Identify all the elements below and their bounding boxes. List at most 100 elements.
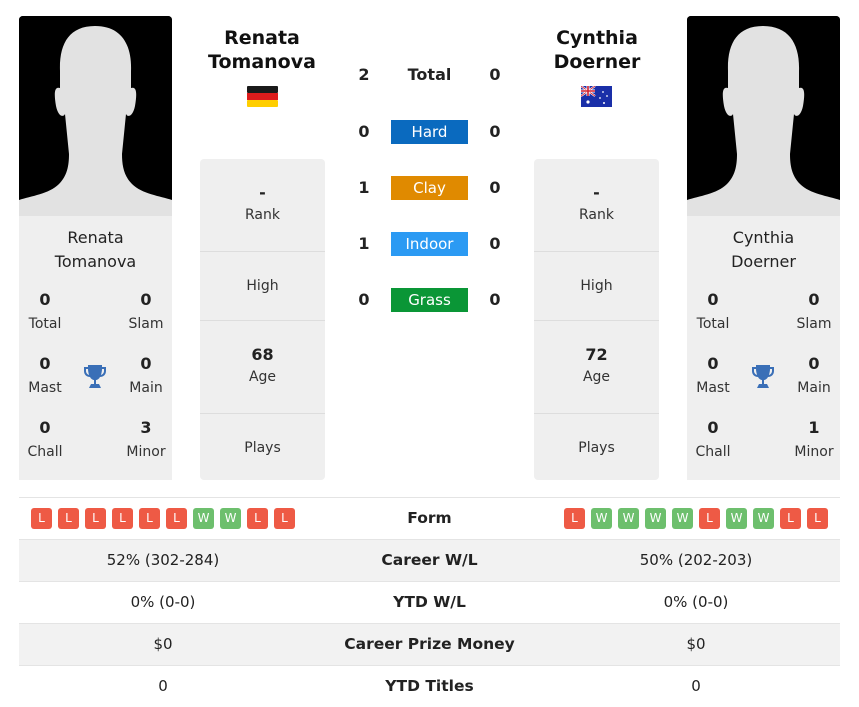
player1-titles-main: 0 Main [129, 354, 163, 396]
form-win-badge[interactable]: W [591, 508, 612, 529]
h2h-indoor-left: 1 [358, 234, 370, 253]
form-win-badge[interactable]: W [645, 508, 666, 529]
player2-card: Cynthia Doerner 0 Total 0 Slam 0 Mast 0 Main… [687, 216, 840, 480]
h2h-total-row: 2 Total 0 [340, 63, 520, 87]
player2-photo [687, 16, 840, 216]
career-wl-label: Career W/L [381, 551, 478, 569]
surface-hard-badge: Hard [391, 120, 468, 144]
form-loss-badge[interactable]: L [31, 508, 52, 529]
career-wl-row: 52% (302-284) Career W/L 50% (202-203) [19, 539, 840, 581]
player2-card-name: Cynthia Doerner [687, 226, 840, 274]
australia-flag-icon [580, 85, 612, 107]
surface-clay-badge: Clay [391, 176, 468, 200]
player1-plays: Plays [244, 440, 281, 456]
h2h-total-right: 0 [489, 65, 501, 84]
form-win-badge[interactable]: W [220, 508, 241, 529]
germany-flag-icon [247, 86, 278, 107]
player2-plays: Plays [578, 440, 615, 456]
player2-info-box: - Rank High 72 Age Plays [534, 159, 659, 480]
form-win-badge[interactable]: W [726, 508, 747, 529]
form-row: LLLLLLWWLL Form LWWWWLWWLL [19, 497, 840, 539]
player2-ytd-wl: 0% (0-0) [663, 593, 729, 611]
h2h-total-label: Total [407, 65, 452, 84]
player1-info-box: - Rank High 68 Age Plays [200, 159, 325, 480]
player1-prize-money: $0 [153, 635, 173, 653]
player2-titles-chall: 0 Chall [695, 418, 731, 460]
player2-titles-total: 0 Total [696, 290, 730, 332]
form-loss-badge[interactable]: L [247, 508, 268, 529]
player1-age: 68 Age [200, 321, 325, 414]
silhouette-icon [19, 16, 172, 216]
h2h-indoor-right: 0 [489, 234, 501, 253]
h2h-total-left: 2 [358, 65, 370, 84]
form-win-badge[interactable]: W [753, 508, 774, 529]
player2-titles-minor: 1 Minor [794, 418, 834, 460]
h2h-hard-row: 0 Hard 0 [340, 120, 520, 144]
player2-titles-main: 0 Main [797, 354, 831, 396]
form-loss-badge[interactable]: L [112, 508, 133, 529]
h2h-clay-left: 1 [358, 178, 370, 197]
player1-titles-total: 0 Total [28, 290, 62, 332]
form-loss-badge[interactable]: L [58, 508, 79, 529]
prize-money-label: Career Prize Money [344, 635, 515, 653]
h2h-clay-right: 0 [489, 178, 501, 197]
player1-high: High [200, 252, 325, 321]
form-loss-badge[interactable]: L [780, 508, 801, 529]
form-loss-badge[interactable]: L [564, 508, 585, 529]
surface-indoor-badge: Indoor [391, 232, 468, 256]
trophy-icon [83, 364, 107, 390]
form-loss-badge[interactable]: L [274, 508, 295, 529]
player2-titles-mast: 0 Mast [696, 354, 730, 396]
player2-name-link[interactable]: Cynthia Doerner [522, 26, 672, 74]
form-loss-badge[interactable]: L [166, 508, 187, 529]
player2-form: LWWWWLWWLL [552, 498, 840, 539]
player1-first-name: Renata [67, 228, 124, 247]
form-win-badge[interactable]: W [672, 508, 693, 529]
player1-card: Renata Tomanova 0 Total 0 Slam 0 Mast 0 Main… [19, 216, 172, 480]
h2h-indoor-row: 1 Indoor 0 [340, 232, 520, 256]
player1-name-link[interactable]: Renata Tomanova [187, 26, 337, 74]
player1-titles-slam: 0 Slam [128, 290, 164, 332]
player1-career-wl: 52% (302-284) [106, 551, 220, 569]
h2h-hard-left: 0 [358, 122, 370, 141]
player1-titles-minor: 3 Minor [126, 418, 166, 460]
player2-titles-slam: 0 Slam [796, 290, 832, 332]
surface-grass-badge: Grass [391, 288, 468, 312]
player1-titles-mast: 0 Mast [28, 354, 62, 396]
form-loss-badge[interactable]: L [699, 508, 720, 529]
player2-age: 72 Age [534, 321, 659, 414]
comparison-table: LLLLLLWWLL Form LWWWWLWWLL 52% (302-284)… [19, 497, 840, 707]
player2-rank: - Rank [534, 159, 659, 252]
h2h-grass-row: 0 Grass 0 [340, 288, 520, 312]
player2-ytd-titles: 0 [691, 677, 701, 695]
prize-money-row: $0 Career Prize Money $0 [19, 623, 840, 665]
player1-titles-chall: 0 Chall [27, 418, 63, 460]
player2-prize-money: $0 [686, 635, 706, 653]
trophy-icon [751, 364, 775, 390]
player1-card-name: Renata Tomanova [19, 226, 172, 274]
player1-photo [19, 16, 172, 216]
h2h-grass-left: 0 [358, 290, 370, 309]
h2h-clay-row: 1 Clay 0 [340, 176, 520, 200]
player2-high: High [534, 252, 659, 321]
h2h-hard-right: 0 [489, 122, 501, 141]
player2-career-wl: 50% (202-203) [639, 551, 753, 569]
ytd-titles-row: 0 YTD Titles 0 [19, 665, 840, 707]
player1-ytd-titles: 0 [158, 677, 168, 695]
player1-rank: - Rank [200, 159, 325, 252]
form-win-badge[interactable]: W [618, 508, 639, 529]
form-loss-badge[interactable]: L [139, 508, 160, 529]
player1-last-name: Tomanova [54, 252, 137, 271]
silhouette-icon [687, 16, 840, 216]
player1-ytd-wl: 0% (0-0) [130, 593, 196, 611]
ytd-titles-label: YTD Titles [385, 677, 474, 695]
form-loss-badge[interactable]: L [85, 508, 106, 529]
player1-form: LLLLLLWWLL [19, 498, 307, 539]
player2-first-name: Cynthia [732, 228, 795, 247]
form-win-badge[interactable]: W [193, 508, 214, 529]
h2h-grass-right: 0 [489, 290, 501, 309]
ytd-wl-label: YTD W/L [393, 593, 466, 611]
ytd-wl-row: 0% (0-0) YTD W/L 0% (0-0) [19, 581, 840, 623]
player2-last-name: Doerner [731, 252, 796, 271]
form-loss-badge[interactable]: L [807, 508, 828, 529]
